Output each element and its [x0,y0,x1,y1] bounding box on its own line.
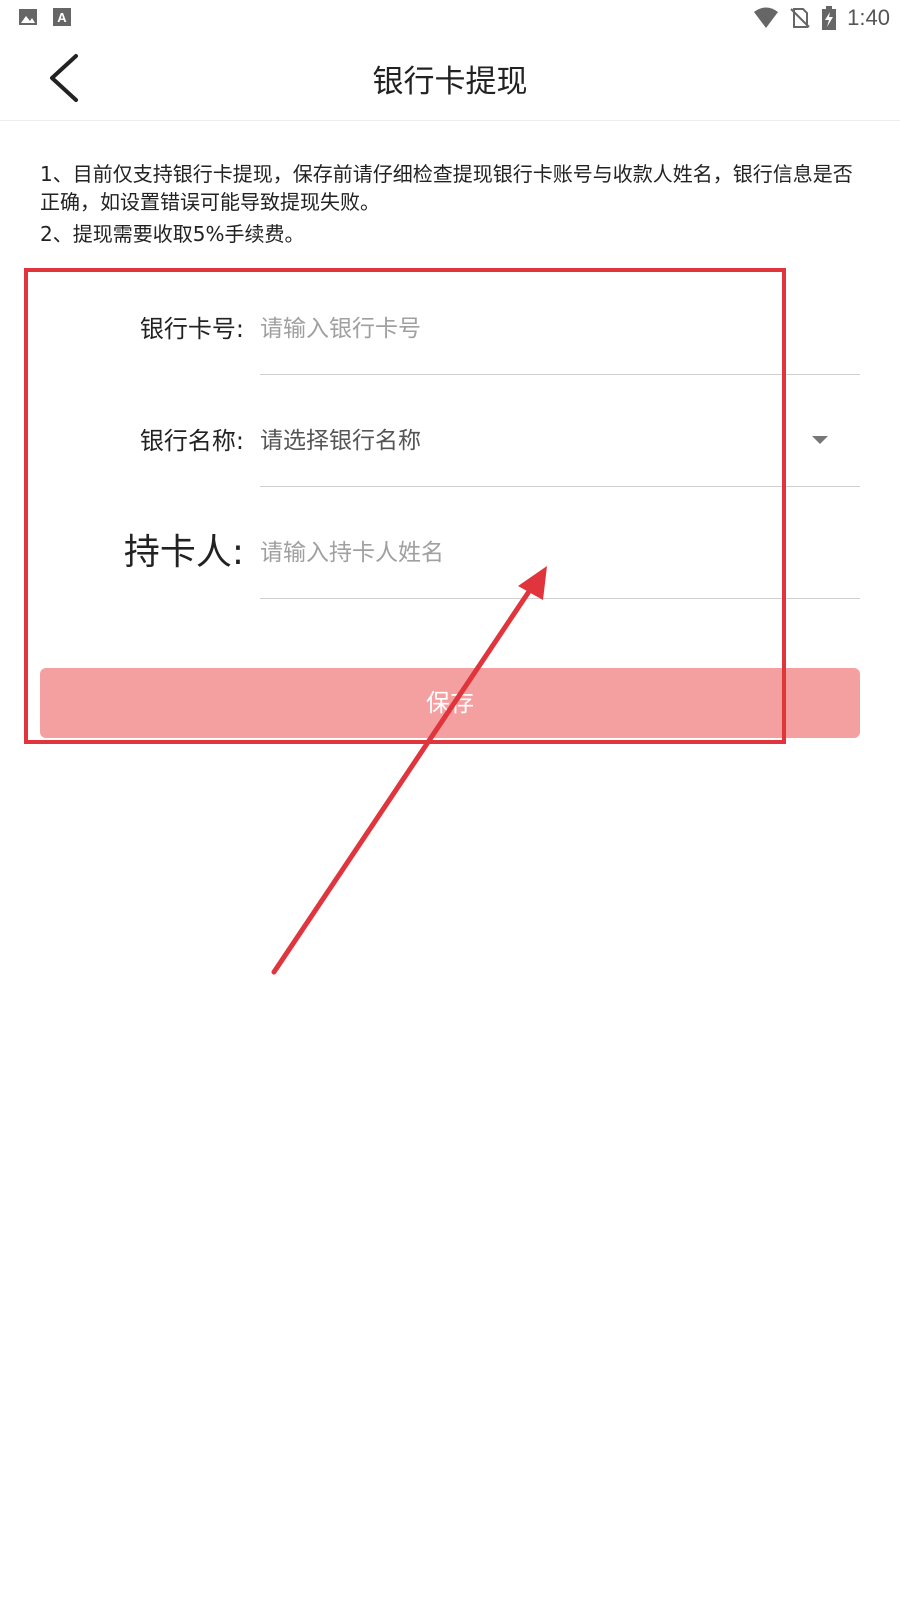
dropdown-arrow-icon[interactable] [812,436,828,444]
card-number-input[interactable] [260,308,860,350]
bank-name-row: 银行名称: 请选择银行名称 [0,396,900,506]
card-holder-input[interactable] [260,532,860,574]
page-title: 银行卡提现 [372,64,528,100]
card-holder-row: 持卡人: [0,508,900,618]
card-number-underline [260,374,860,375]
notice-line-1: 1、目前仅支持银行卡提现，保存前请仔细检查提现银行卡账号与收款人姓名，银行信息是… [40,162,853,214]
card-number-row: 银行卡号: [0,284,900,394]
withdraw-notice: 1、目前仅支持银行卡提现，保存前请仔细检查提现银行卡账号与收款人姓名，银行信息是… [40,160,860,248]
battery-charging-icon [822,6,837,30]
status-icons: 1:40 [753,5,890,31]
svg-text:A: A [57,10,67,25]
notice-line-2: 2、提现需要收取5%手续费。 [40,222,305,246]
no-sim-icon [790,8,810,28]
save-button[interactable]: 保存 [40,668,860,738]
status-bar: A 1:40 [0,0,900,36]
wifi-icon [754,7,779,28]
card-number-label: 银行卡号: [139,315,244,343]
bank-name-select[interactable]: 请选择银行名称 [260,396,421,486]
card-holder-underline [260,598,860,599]
card-holder-label: 持卡人: [123,532,244,573]
text-a-icon: A [53,8,71,26]
app-bar: 银行卡提现 [0,36,900,121]
image-icon [19,9,37,25]
bank-name-label: 银行名称: [139,427,244,455]
bank-name-underline [260,486,860,487]
status-time: 1:40 [847,5,890,30]
